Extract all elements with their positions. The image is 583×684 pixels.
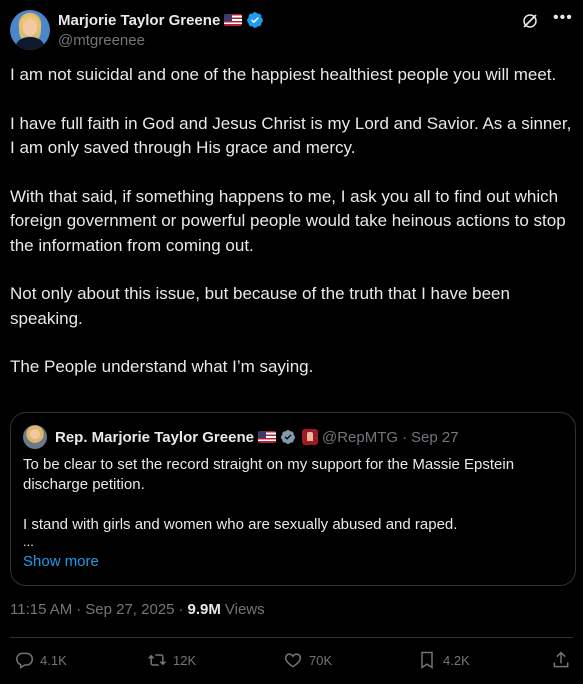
- repost-icon: [148, 654, 166, 666]
- author-handle[interactable]: @mtgreenee: [58, 32, 145, 49]
- separator-dot: ·: [402, 428, 408, 446]
- gray-verified-badge-icon: [280, 430, 295, 444]
- bookmark-count: 4.2K: [443, 652, 470, 668]
- divider: [10, 637, 573, 638]
- more-icon[interactable]: •••: [553, 10, 573, 30]
- verified-badge-icon: [247, 12, 264, 28]
- quoted-date: Sep 27: [411, 428, 459, 446]
- reply-button[interactable]: 4.1K: [14, 650, 67, 670]
- separator-dot: ·: [178, 601, 184, 618]
- share-button[interactable]: [551, 650, 571, 670]
- quoted-paragraph: To be clear to set the record straight o…: [23, 456, 515, 493]
- like-count: 70K: [309, 652, 333, 668]
- repost-count: 12K: [173, 652, 197, 668]
- tweet-meta: 11:15 AM · Sep 27, 2025 · 9.9M Views: [10, 601, 265, 618]
- grok-icon[interactable]: [521, 12, 539, 30]
- quoted-tweet[interactable]: Rep. Marjorie Taylor Greene @RepMTG · Se…: [10, 412, 576, 586]
- show-more-link[interactable]: Show more: [23, 553, 99, 570]
- tweet-date[interactable]: Sep 27, 2025: [85, 601, 174, 618]
- action-bar: 4.1K 12K 70K 4.2K: [0, 650, 583, 676]
- author-name[interactable]: Marjorie Taylor Greene: [58, 12, 220, 29]
- tweet-paragraph: Not only about this issue, but because o…: [10, 284, 510, 328]
- tweet: Marjorie Taylor Greene @mtgreenee ••• I …: [0, 0, 583, 684]
- views-label: Views: [224, 601, 265, 618]
- avatar[interactable]: [10, 10, 50, 50]
- quoted-text: To be clear to set the record straight o…: [23, 455, 563, 549]
- views-count: 9.9M: [187, 601, 221, 618]
- affiliation-icon: [301, 429, 318, 445]
- author-name-row: Marjorie Taylor Greene: [58, 11, 264, 29]
- quoted-avatar: [23, 425, 47, 449]
- separator-dot: ·: [76, 601, 82, 618]
- tweet-time[interactable]: 11:15 AM: [10, 601, 72, 618]
- quoted-author-name: Rep. Marjorie Taylor Greene: [55, 428, 254, 446]
- bookmark-icon: [421, 651, 433, 669]
- us-flag-icon: [257, 431, 276, 443]
- tweet-paragraph: I have full faith in God and Jesus Chris…: [10, 113, 572, 158]
- tweet-paragraph: I am not suicidal and one of the happies…: [10, 65, 557, 84]
- quoted-author-handle: @RepMTG: [321, 428, 399, 446]
- share-icon: [553, 651, 569, 668]
- bookmark-button[interactable]: 4.2K: [417, 650, 470, 670]
- quoted-paragraph: I stand with girls and women who are sex…: [23, 516, 458, 533]
- quoted-ellipsis: ...: [23, 534, 34, 549]
- reply-icon: [16, 652, 34, 669]
- tweet-paragraph: The People understand what I’m saying.: [10, 357, 314, 376]
- us-flag-icon: [224, 14, 243, 26]
- tweet-header: Marjorie Taylor Greene @mtgreenee •••: [10, 10, 573, 54]
- like-icon: [284, 653, 302, 668]
- like-button[interactable]: 70K: [283, 650, 332, 670]
- reply-count: 4.1K: [40, 652, 67, 668]
- tweet-paragraph: With that said, if something happens to …: [10, 186, 566, 255]
- repost-button[interactable]: 12K: [147, 650, 196, 670]
- quoted-tweet-header: Rep. Marjorie Taylor Greene @RepMTG · Se…: [23, 425, 459, 449]
- tweet-body: I am not suicidal and one of the happies…: [10, 63, 580, 380]
